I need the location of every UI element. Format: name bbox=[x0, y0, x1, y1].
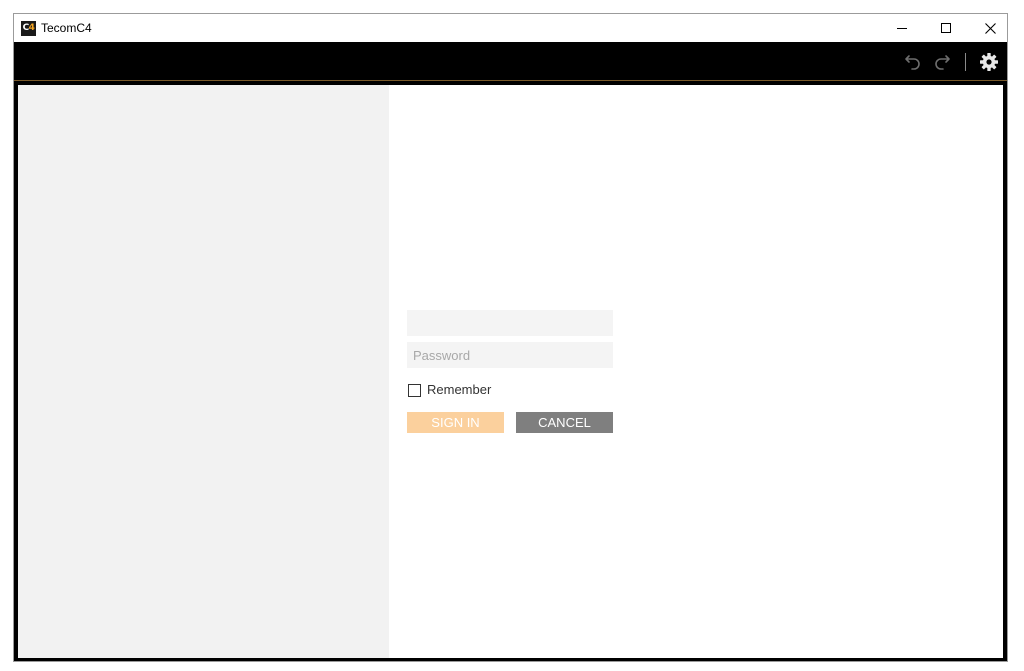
app-window: C4 TecomC4 Remember SIGN IN CANCEL bbox=[13, 13, 1008, 662]
toolbar-separator bbox=[965, 53, 966, 71]
toolbar bbox=[14, 42, 1007, 81]
close-button[interactable] bbox=[968, 14, 1012, 42]
settings-button[interactable] bbox=[978, 51, 1000, 73]
maximize-icon bbox=[941, 23, 951, 33]
title-bar[interactable]: C4 TecomC4 bbox=[14, 14, 1007, 42]
sign-in-button[interactable]: SIGN IN bbox=[407, 412, 504, 433]
remember-checkbox[interactable] bbox=[408, 383, 421, 397]
remember-option[interactable]: Remember bbox=[407, 382, 613, 398]
username-input[interactable] bbox=[407, 310, 613, 336]
main-content: Remember SIGN IN CANCEL bbox=[18, 85, 1003, 658]
close-icon bbox=[984, 22, 996, 34]
redo-icon bbox=[935, 55, 950, 70]
minimize-icon bbox=[897, 27, 907, 29]
login-buttons: SIGN IN CANCEL bbox=[407, 412, 613, 433]
minimize-button[interactable] bbox=[880, 14, 924, 42]
maximize-button[interactable] bbox=[924, 14, 968, 42]
login-form: Remember SIGN IN CANCEL bbox=[407, 310, 613, 433]
window-title: TecomC4 bbox=[41, 21, 92, 35]
left-panel bbox=[18, 85, 389, 658]
password-input[interactable] bbox=[407, 342, 613, 368]
undo-button[interactable] bbox=[902, 51, 924, 73]
remember-label: Remember bbox=[427, 382, 492, 397]
undo-icon bbox=[905, 55, 920, 70]
logo-digit: 4 bbox=[28, 23, 35, 33]
redo-button[interactable] bbox=[931, 51, 953, 73]
login-panel: Remember SIGN IN CANCEL bbox=[389, 85, 1003, 658]
app-logo-icon: C4 bbox=[21, 21, 36, 36]
gear-icon bbox=[980, 53, 998, 71]
cancel-button[interactable]: CANCEL bbox=[516, 412, 613, 433]
